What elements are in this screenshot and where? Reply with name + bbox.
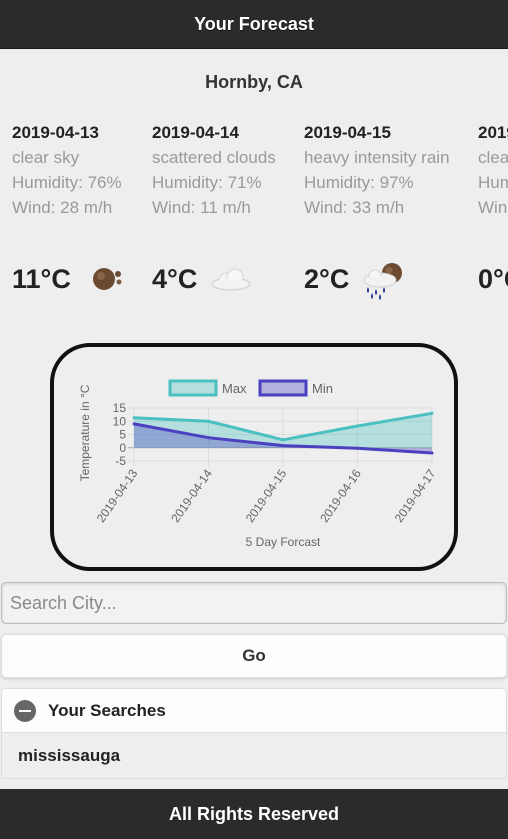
y-tick-label: -5 <box>115 454 126 468</box>
y-tick-label: 5 <box>119 428 126 442</box>
y-tick-label: 10 <box>113 414 127 428</box>
city-name: Hornby, CA <box>205 72 303 92</box>
y-tick-label: 0 <box>119 441 126 455</box>
forecast-strip: 2019-04-13 clear sky Humidity: 76% Wind:… <box>0 120 508 310</box>
forecast-wind: Wind: 33 m/h <box>304 198 405 217</box>
forecast-date: 2019-04-13 <box>12 123 99 142</box>
data-point <box>207 419 210 423</box>
x-tick-label: 2019-04-16 <box>317 466 364 525</box>
forecast-temp: 2°C <box>304 264 350 294</box>
data-point <box>132 416 136 420</box>
rain-icon <box>363 263 402 300</box>
forecast-wind: Wind: 20 m/h <box>478 198 508 217</box>
app-header: Your Forecast <box>0 0 508 49</box>
footer-text: All Rights Reserved <box>168 803 340 824</box>
forecast-day: 2019-04-14 scattered clouds Humidity: 71… <box>152 120 312 294</box>
your-searches-title: Your Searches <box>48 700 166 720</box>
legend-swatch-max <box>168 379 218 397</box>
forecast-day: 2019-04-13 clear sky Humidity: 76% Wind:… <box>12 120 172 294</box>
forecast-day: 2019-04-16 clear sky Humidity: 70% Wind:… <box>478 120 508 294</box>
forecast-date: 2019-04-14 <box>152 123 239 142</box>
legend-label: Min <box>312 381 333 396</box>
your-searches-toggle[interactable]: Your Searches <box>1 688 507 733</box>
legend-label: Max <box>222 381 247 396</box>
forecast-day: 2019-04-15 heavy intensity rain Humidity… <box>304 120 464 300</box>
page-title: Your Forecast <box>194 13 314 34</box>
data-point <box>430 451 434 455</box>
forecast-humidity: Humidity: 97% <box>304 173 414 192</box>
x-tick-label: 2019-04-14 <box>168 466 215 525</box>
x-axis-label: 5 Day Forcast <box>246 535 321 549</box>
x-tick-label: 2019-04-13 <box>94 466 141 525</box>
y-axis-label: Temperature in °C <box>78 384 92 481</box>
forecast-description: clear sky <box>12 148 80 167</box>
data-point <box>356 424 359 428</box>
temperature-line-chart: 151050-52019-04-13 2019-04-14 2019-04-15 20… <box>78 379 439 549</box>
minus-circle-icon <box>14 699 36 722</box>
chart-legend: Max Min <box>168 379 333 397</box>
data-point <box>281 438 285 442</box>
data-point <box>132 422 136 426</box>
data-point <box>207 436 210 440</box>
data-point <box>430 411 434 415</box>
search-history-item[interactable]: mississauga <box>1 733 507 779</box>
go-button[interactable]: Go <box>1 634 507 678</box>
forecast-chart: 15 10 5 0 -5 2019-04-13 2019-04-14 2019-04-15 20… <box>50 343 458 571</box>
forecast-wind: Wind: 11 m/h <box>152 198 251 217</box>
clear-sky-icon <box>93 268 122 290</box>
forecast-humidity: Humidity: 76% <box>12 173 122 192</box>
cloud-icon <box>211 268 251 291</box>
forecast-date: 2019-04-16 <box>478 123 508 142</box>
x-tick-label: 2019-04-17 <box>392 466 439 525</box>
data-point <box>281 444 285 448</box>
search-city-input[interactable] <box>1 582 507 624</box>
forecast-humidity: Humidity: 70% <box>478 173 508 192</box>
forecast-temp: 0°C <box>478 264 508 294</box>
forecast-description: scattered clouds <box>152 148 276 167</box>
app-footer: All Rights Reserved <box>0 789 508 839</box>
forecast-description: heavy intensity rain <box>304 148 450 167</box>
y-tick-label: 15 <box>113 401 127 415</box>
forecast-description: clear sky <box>478 148 508 167</box>
forecast-date: 2019-04-15 <box>304 123 391 142</box>
forecast-wind: Wind: 28 m/h <box>12 198 113 217</box>
legend-swatch-min <box>258 379 308 397</box>
forecast-temp: 4°C <box>152 264 198 294</box>
forecast-humidity: Humidity: 71% <box>152 173 262 192</box>
data-point <box>356 446 359 450</box>
forecast-temp: 11°C <box>12 264 71 294</box>
x-tick-label: 2019-04-15 <box>243 466 290 525</box>
